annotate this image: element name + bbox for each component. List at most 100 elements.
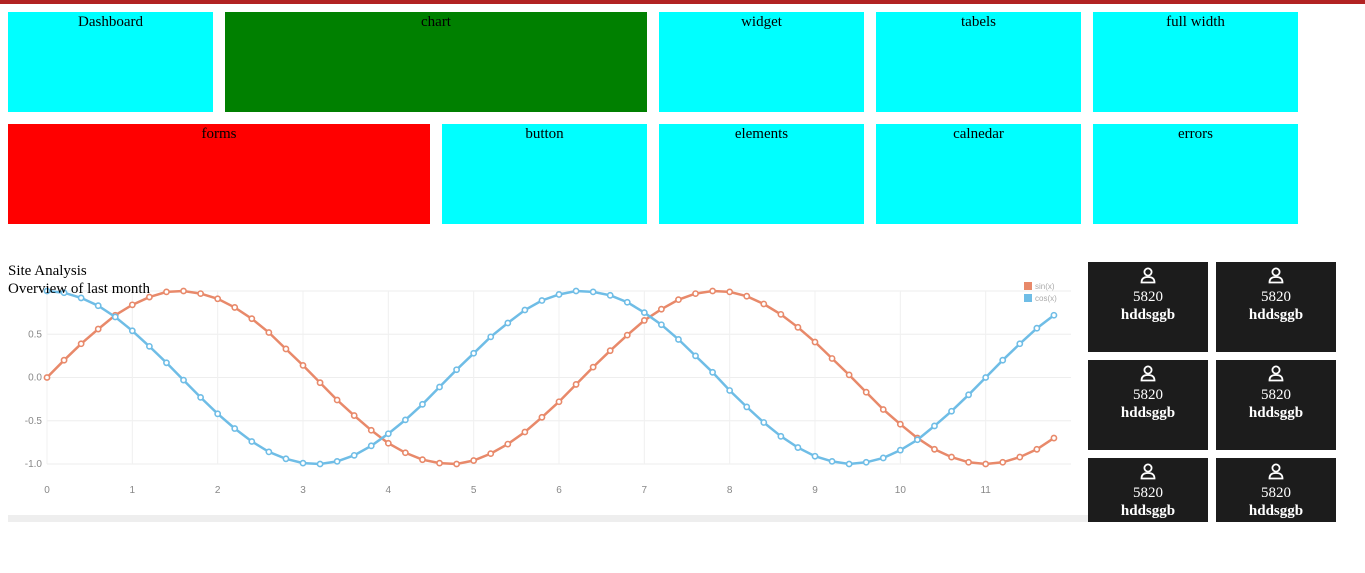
stat-label: hddsggb bbox=[1120, 503, 1176, 519]
data-point bbox=[1016, 453, 1024, 461]
data-point bbox=[811, 338, 819, 346]
x-tick-label: 1 bbox=[130, 485, 136, 496]
data-point bbox=[214, 410, 222, 418]
data-point bbox=[623, 331, 631, 339]
data-point bbox=[436, 383, 443, 391]
data-point bbox=[248, 438, 256, 445]
data-point bbox=[845, 460, 853, 468]
data-point bbox=[60, 356, 68, 364]
nav-tile-full-width[interactable]: full width bbox=[1093, 12, 1298, 112]
data-point bbox=[1050, 311, 1058, 319]
data-point bbox=[504, 319, 512, 327]
data-point bbox=[214, 295, 222, 303]
data-point bbox=[1050, 434, 1058, 442]
data-point bbox=[384, 439, 392, 447]
data-point bbox=[265, 329, 273, 336]
y-tick-label: -1.0 bbox=[25, 459, 43, 470]
x-tick-label: 3 bbox=[300, 485, 306, 496]
data-point bbox=[350, 412, 358, 419]
nav-tile-elements[interactable]: elements bbox=[659, 124, 864, 224]
nav-tile-forms[interactable]: forms bbox=[8, 124, 430, 224]
data-point bbox=[862, 458, 870, 466]
data-point bbox=[948, 407, 955, 415]
data-point bbox=[982, 374, 990, 381]
nav-tile-label: calnedar bbox=[953, 126, 1004, 142]
data-point bbox=[572, 381, 580, 388]
nav-tile-chart[interactable]: chart bbox=[225, 12, 647, 112]
stat-card: 5820 hddsggb bbox=[1088, 262, 1208, 352]
stat-value: 5820 bbox=[1133, 387, 1163, 403]
data-point bbox=[965, 391, 972, 399]
data-point bbox=[675, 296, 682, 304]
data-point bbox=[623, 298, 631, 306]
nav-tile-button[interactable]: button bbox=[442, 124, 647, 224]
stat-label: hddsggb bbox=[1248, 405, 1304, 421]
stat-label: hddsggb bbox=[1120, 405, 1176, 421]
data-point bbox=[453, 366, 460, 374]
chart-subtitle: Overview of last month bbox=[8, 281, 151, 297]
nav-tile-dashboard[interactable]: Dashboard bbox=[8, 12, 213, 112]
data-point bbox=[401, 416, 409, 424]
data-point bbox=[1016, 340, 1024, 348]
data-point bbox=[640, 309, 648, 317]
user-icon bbox=[1140, 463, 1156, 480]
stat-label: hddsggb bbox=[1248, 307, 1304, 323]
data-point bbox=[538, 297, 546, 304]
user-icon bbox=[1268, 463, 1284, 480]
data-point bbox=[299, 459, 307, 467]
nav-tile-errors[interactable]: errors bbox=[1093, 124, 1298, 224]
data-point bbox=[419, 456, 426, 464]
data-point bbox=[470, 349, 478, 357]
data-point bbox=[828, 458, 836, 465]
data-point bbox=[777, 432, 785, 440]
data-point bbox=[350, 451, 358, 459]
stat-value: 5820 bbox=[1261, 387, 1291, 403]
data-point bbox=[811, 452, 819, 460]
data-point bbox=[658, 305, 665, 313]
stat-card: 5820 hddsggb bbox=[1216, 458, 1336, 522]
x-tick-label: 9 bbox=[812, 485, 818, 496]
top-accent-bar bbox=[0, 0, 1365, 4]
x-tick-label: 11 bbox=[980, 485, 991, 496]
data-point bbox=[436, 459, 443, 467]
data-point bbox=[163, 288, 170, 296]
data-point bbox=[163, 359, 170, 367]
data-point bbox=[248, 315, 256, 323]
data-point bbox=[760, 419, 768, 426]
x-tick-label: 4 bbox=[386, 485, 392, 496]
user-icon bbox=[1268, 267, 1284, 284]
nav-tile-tabels[interactable]: tabels bbox=[876, 12, 1081, 112]
nav-tile-label: widget bbox=[741, 14, 782, 30]
data-point bbox=[94, 302, 102, 310]
x-tick-label: 10 bbox=[895, 485, 907, 496]
nav-tile-label: button bbox=[525, 126, 564, 142]
stat-label: hddsggb bbox=[1248, 503, 1304, 519]
data-point bbox=[555, 398, 563, 406]
y-tick-label: 0.5 bbox=[28, 329, 42, 340]
nav-tile-calnedar[interactable]: calnedar bbox=[876, 124, 1081, 224]
data-point bbox=[231, 425, 239, 432]
x-tick-label: 7 bbox=[642, 485, 648, 496]
data-point bbox=[692, 352, 699, 360]
data-point bbox=[487, 333, 495, 341]
data-point bbox=[743, 292, 751, 300]
stat-value: 5820 bbox=[1133, 485, 1163, 501]
data-point bbox=[367, 426, 375, 434]
stat-value: 5820 bbox=[1133, 289, 1163, 305]
data-point bbox=[299, 361, 307, 369]
nav-tile-label: full width bbox=[1166, 14, 1225, 30]
x-tick-label: 6 bbox=[556, 485, 562, 496]
site-analysis-panel: -1.0 -0.5 0.0 0.5 0 1 2 3 4 5 6 7 8 9 10 11 sin(x) cos(x)… bbox=[8, 262, 1088, 522]
nav-tile-widget[interactable]: widget bbox=[659, 12, 864, 112]
data-point bbox=[401, 449, 409, 457]
horizontal-scrollbar[interactable] bbox=[8, 515, 1088, 522]
data-point bbox=[1033, 324, 1041, 332]
data-point bbox=[982, 460, 990, 468]
nav-tile-label: forms bbox=[201, 126, 237, 142]
nav-tile-label: chart bbox=[421, 14, 451, 30]
data-point bbox=[948, 453, 955, 461]
data-point bbox=[538, 413, 546, 421]
stat-card: 5820 hddsggb bbox=[1088, 360, 1208, 450]
data-point bbox=[879, 454, 887, 462]
stat-value: 5820 bbox=[1261, 289, 1291, 305]
